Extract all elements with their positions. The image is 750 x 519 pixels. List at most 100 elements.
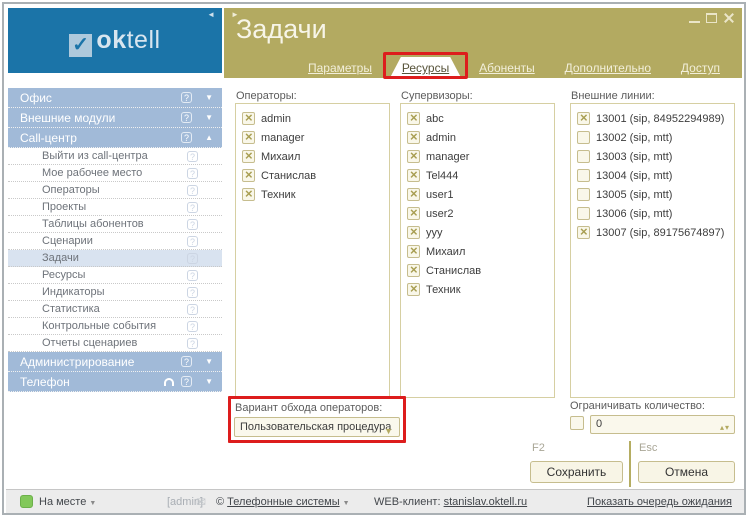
help-icon[interactable] (181, 376, 192, 387)
list-item[interactable]: Михаил (405, 242, 550, 261)
help-icon[interactable] (187, 185, 198, 196)
sidebar-item[interactable]: Call-центр ▲ (8, 128, 222, 148)
help-icon[interactable] (187, 151, 198, 162)
show-queue-link[interactable]: Показать очередь ожидания (587, 496, 732, 508)
list-item[interactable]: 13006 (sip, mtt) (575, 204, 730, 223)
sidebar-item[interactable]: Проекты (8, 199, 222, 216)
list-item[interactable]: admin (240, 109, 385, 128)
envelope-icon[interactable]: ✉ (196, 495, 206, 509)
checkbox-icon[interactable] (577, 169, 590, 182)
checkbox-icon[interactable] (407, 150, 420, 163)
save-button[interactable]: Сохранить (530, 461, 623, 483)
help-icon[interactable] (181, 112, 192, 123)
sidebar-item[interactable]: Внешние модули ▼ (8, 108, 222, 128)
checkbox-icon[interactable] (407, 245, 420, 258)
chevron-icon[interactable]: ▼ (205, 108, 213, 128)
checkbox-icon[interactable] (577, 226, 590, 239)
company-link[interactable]: Телефонные системы (227, 496, 339, 508)
help-icon[interactable] (187, 304, 198, 315)
list-item[interactable]: 13007 (sip, 89175674897) (575, 223, 730, 242)
checkbox-icon[interactable] (577, 207, 590, 220)
list-item[interactable]: 13003 (sip, mtt) (575, 147, 730, 166)
checkbox-icon[interactable] (577, 150, 590, 163)
help-icon[interactable] (187, 219, 198, 230)
help-icon[interactable] (187, 287, 198, 298)
help-icon[interactable] (181, 132, 192, 143)
checkbox-icon[interactable] (407, 112, 420, 125)
list-item[interactable]: 13004 (sip, mtt) (575, 166, 730, 185)
checkbox-icon[interactable] (407, 131, 420, 144)
sidebar-item[interactable]: Выйти из call-центра (8, 148, 222, 165)
checkbox-icon[interactable] (577, 188, 590, 201)
sidebar-item[interactable]: Телефон ▼ (8, 372, 222, 392)
checkbox-icon[interactable] (407, 226, 420, 239)
checkbox-icon[interactable] (577, 131, 590, 144)
chevron-icon[interactable]: ▼ (205, 372, 213, 392)
limit-checkbox[interactable] (570, 416, 584, 430)
checkbox-icon[interactable] (242, 112, 255, 125)
list-item[interactable]: user2 (405, 204, 550, 223)
list-item[interactable]: user1 (405, 185, 550, 204)
sidebar-item[interactable]: Администрирование ▼ (8, 352, 222, 372)
help-icon[interactable] (187, 321, 198, 332)
sidebar-item[interactable]: Мое рабочее место (8, 165, 222, 182)
sidebar-item[interactable]: Задачи (8, 250, 222, 267)
checkbox-icon[interactable] (242, 169, 255, 182)
presence-status-icon[interactable] (20, 495, 33, 508)
sidebar-item[interactable]: Операторы (8, 182, 222, 199)
help-icon[interactable] (187, 253, 198, 264)
chevron-icon[interactable]: ▲ (205, 128, 213, 148)
help-icon[interactable] (181, 356, 192, 367)
chevron-icon[interactable]: ▼ (205, 88, 213, 108)
sidebar-item[interactable]: Ресурсы (8, 267, 222, 284)
tab[interactable]: Абоненты (467, 57, 547, 78)
list-item[interactable]: Техник (405, 280, 550, 299)
list-item[interactable]: manager (405, 147, 550, 166)
list-item[interactable]: 13002 (sip, mtt) (575, 128, 730, 147)
help-icon[interactable] (187, 338, 198, 349)
sidebar-item[interactable]: Отчеты сценариев (8, 335, 222, 352)
collapse-left-icon[interactable]: ◄ (207, 10, 215, 19)
checkbox-icon[interactable] (407, 264, 420, 277)
tab[interactable]: Ресурсы (390, 57, 461, 78)
checkbox-icon[interactable] (407, 283, 420, 296)
external-lines-list[interactable]: 13001 (sip, 84952294989) 13002 (sip, mtt… (570, 103, 735, 398)
checkbox-icon[interactable] (242, 150, 255, 163)
list-item[interactable]: yyy (405, 223, 550, 242)
checkbox-icon[interactable] (407, 207, 420, 220)
list-item[interactable]: Михаил (240, 147, 385, 166)
checkbox-icon[interactable] (242, 188, 255, 201)
minimize-button[interactable] (689, 14, 700, 23)
limit-spinner[interactable]: 0 ▴▾ (590, 415, 735, 434)
sidebar-item[interactable]: Статистика (8, 301, 222, 318)
list-item[interactable]: Техник (240, 185, 385, 204)
operators-list[interactable]: admin manager Михаил Станислав Техник (235, 103, 390, 398)
list-item[interactable]: 13005 (sip, mtt) (575, 185, 730, 204)
help-icon[interactable] (187, 236, 198, 247)
close-button[interactable] (723, 13, 734, 23)
maximize-button[interactable] (706, 13, 717, 23)
checkbox-icon[interactable] (407, 169, 420, 182)
help-icon[interactable] (187, 202, 198, 213)
list-item[interactable]: Tel444 (405, 166, 550, 185)
sidebar-item[interactable]: Офис ▼ (8, 88, 222, 108)
spinner-arrows-icon[interactable]: ▴▾ (720, 419, 730, 436)
list-item[interactable]: admin (405, 128, 550, 147)
help-icon[interactable] (181, 92, 192, 103)
presence-selector[interactable]: На месте ▼ (39, 496, 96, 508)
list-item[interactable]: Станислав (405, 261, 550, 280)
dropdown-arrow-icon[interactable]: ▼ (384, 422, 393, 440)
checkbox-icon[interactable] (407, 188, 420, 201)
help-icon[interactable] (187, 270, 198, 281)
webclient-link[interactable]: stanislav.oktell.ru (444, 496, 528, 508)
sidebar-item[interactable]: Контрольные события (8, 318, 222, 335)
list-item[interactable]: Станислав (240, 166, 385, 185)
list-item[interactable]: abc (405, 109, 550, 128)
checkbox-icon[interactable] (577, 112, 590, 125)
chevron-icon[interactable]: ▼ (205, 352, 213, 372)
tab[interactable]: Доступ (669, 57, 732, 78)
list-item[interactable]: manager (240, 128, 385, 147)
company-menu[interactable]: © Телефонные системы ▼ (216, 496, 350, 508)
supervisors-list[interactable]: abc admin manager Tel444 user1 (400, 103, 555, 398)
route-variant-dropdown[interactable]: Пользовательская процедура ▼ (234, 417, 400, 437)
